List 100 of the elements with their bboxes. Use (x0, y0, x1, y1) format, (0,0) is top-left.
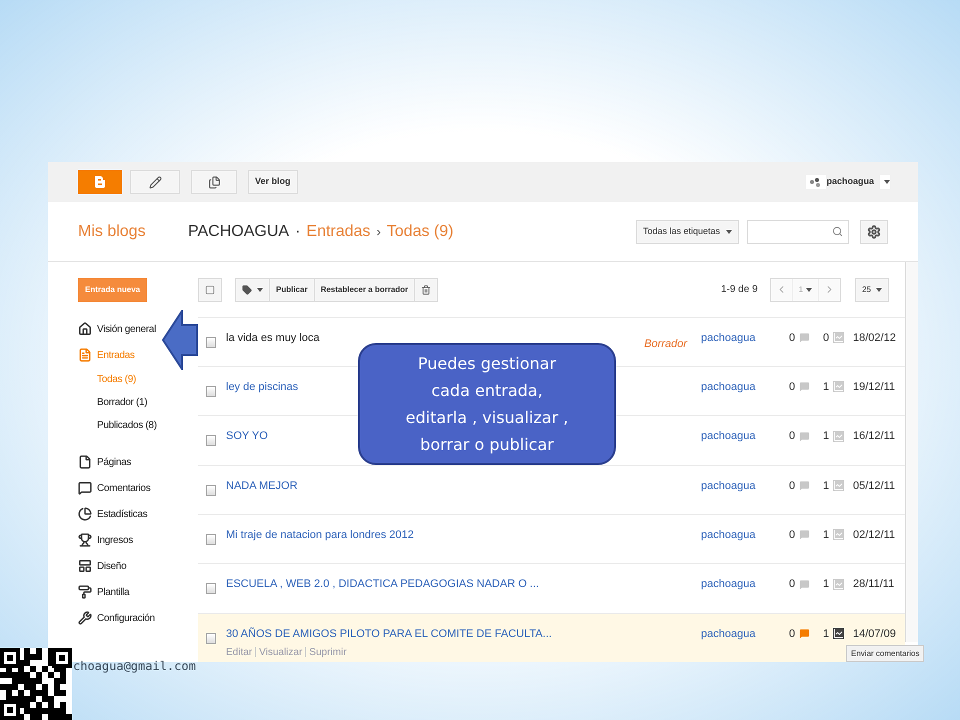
search-icon (832, 226, 843, 237)
user-menu[interactable]: pachoagua (806, 175, 890, 189)
view-count: 0 (823, 330, 830, 345)
view-count: 1 (823, 478, 830, 493)
caret-icon (884, 180, 890, 184)
comment-icon (799, 628, 810, 640)
checkbox-icon (205, 284, 215, 295)
nav-item[interactable]: Diseño (97, 558, 126, 574)
documents-icon (208, 176, 220, 188)
caret-icon (726, 230, 732, 234)
trash-icon (421, 284, 432, 295)
revert-to-draft-button[interactable]: Restablecer a borrador (314, 278, 416, 301)
post-row[interactable]: Mi traje de natacion para londres 2012 pachoagua 0 1 02/12/11 (198, 514, 905, 564)
settings-button[interactable] (860, 220, 888, 244)
view-count: 1 (823, 528, 830, 542)
views-icon (833, 332, 844, 344)
comment-icon (799, 430, 810, 442)
search-field[interactable] (747, 220, 849, 244)
views-icon (833, 628, 844, 640)
views-icon (833, 381, 844, 392)
views-icon (833, 529, 844, 540)
publish-button[interactable]: Publicar (270, 278, 315, 301)
post-author[interactable]: pachoagua (701, 626, 789, 641)
nav-item[interactable]: Estadísticas (97, 506, 148, 522)
post-date: 14/07/09 (853, 626, 897, 641)
feedback-tab[interactable]: Enviar comentarios (846, 645, 924, 662)
select-all-button[interactable] (198, 278, 222, 302)
email-address: choagua@gmail.com (73, 658, 196, 675)
post-author[interactable]: pachoagua (701, 380, 789, 394)
comment-icon (799, 381, 810, 392)
breadcrumb-chevron: › (376, 222, 381, 241)
checkbox[interactable] (206, 583, 216, 594)
post-title[interactable]: ley de piscinas (226, 380, 298, 394)
comment-count: 0 (789, 577, 796, 592)
comment-count: 0 (789, 478, 796, 493)
post-author[interactable]: pachoagua (701, 429, 789, 444)
caret-icon (806, 288, 812, 292)
views-icon (833, 578, 844, 590)
nav-subitem[interactable]: Borrador (1) (97, 391, 148, 414)
checkbox[interactable] (206, 435, 216, 446)
separator-dot: · (295, 222, 300, 242)
nav-item[interactable]: Configuración (97, 610, 155, 626)
view-count: 1 (823, 429, 830, 444)
labels-dropdown[interactable]: Todas las etiquetas (636, 220, 739, 244)
post-title[interactable]: la vida es muy loca (226, 330, 320, 345)
checkbox[interactable] (206, 632, 216, 644)
settings-icon (867, 224, 881, 238)
page-icon (78, 455, 92, 469)
post-status: Borrador (644, 338, 687, 350)
blogger-logo-button[interactable] (78, 170, 122, 194)
post-date: 05/12/11 (853, 478, 896, 493)
comment-count: 0 (789, 330, 796, 345)
nav-subitem[interactable]: Publicados (8) (97, 414, 157, 437)
post-date: 19/12/11 (853, 380, 896, 394)
checkbox[interactable] (206, 336, 216, 348)
view-blog-button[interactable]: Ver blog (248, 170, 298, 194)
post-date: 02/12/11 (853, 528, 896, 542)
view-count: 1 (823, 577, 830, 592)
checkbox[interactable] (206, 386, 216, 397)
pie-chart-icon (78, 507, 92, 521)
breadcrumb-current: Todas (9) (386, 222, 454, 242)
posts-button[interactable] (191, 170, 237, 194)
scrollbar[interactable] (905, 262, 918, 642)
new-post-button[interactable] (130, 170, 180, 194)
layout-icon (78, 559, 92, 573)
nav-item[interactable]: Páginas (97, 454, 132, 470)
comment-count: 0 (789, 380, 796, 394)
comment-count: 0 (789, 429, 796, 444)
pointer-arrow (162, 310, 198, 370)
tag-icon (242, 284, 252, 295)
caret-icon (257, 288, 263, 292)
paint-roller-icon (78, 585, 92, 599)
post-author[interactable]: pachoagua (701, 478, 789, 493)
nav-item[interactable]: Plantilla (97, 584, 130, 600)
nav-item[interactable]: Comentarios (97, 480, 150, 496)
checkbox[interactable] (206, 534, 216, 545)
comment-count: 0 (789, 528, 796, 542)
post-author[interactable]: pachoagua (701, 577, 789, 592)
post-author[interactable]: pachoagua (701, 528, 789, 542)
post-title[interactable]: ESCUELA , WEB 2.0 , DIDACTICA PEDAGOGIAS NADAR O ... (226, 577, 539, 592)
comment-icon (799, 529, 810, 540)
comment-icon (799, 578, 810, 590)
views-icon (833, 480, 844, 492)
document-icon (78, 348, 92, 362)
nav-item[interactable]: Visión general (97, 322, 156, 336)
nav-item[interactable]: Ingresos (97, 532, 133, 548)
speech-bubble-icon (78, 481, 92, 495)
checkbox[interactable] (206, 484, 216, 496)
post-date: 28/11/11 (853, 577, 896, 592)
post-title[interactable]: Mi traje de natacion para londres 2012 (226, 528, 414, 542)
post-title[interactable]: SOY YO (226, 429, 268, 444)
blog-name: PACHOAGUA (188, 222, 290, 242)
post-title[interactable]: NADA MEJOR (226, 478, 298, 493)
comment-count: 0 (789, 626, 796, 641)
blogger-logo-icon (94, 175, 106, 189)
post-title[interactable]: 30 AÑOS DE AMIGOS PILOTO PARA EL COMITE DE FACULTA... (226, 626, 552, 641)
post-author[interactable]: pachoagua (701, 330, 789, 345)
pencil-icon (148, 176, 162, 188)
view-count: 1 (823, 380, 830, 394)
per-page-select[interactable]: 25 (855, 278, 889, 302)
